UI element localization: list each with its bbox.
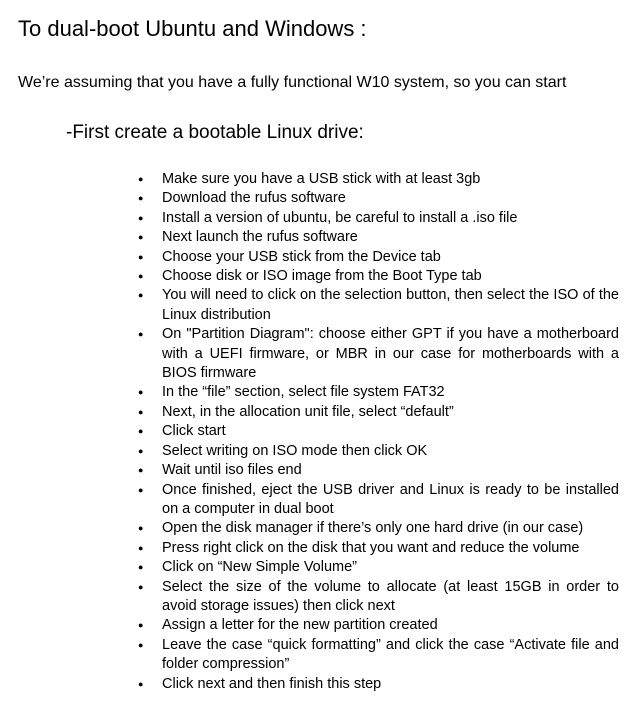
- step-item: Select the size of the volume to allocat…: [138, 578, 619, 617]
- step-item: Click on “New Simple Volume”: [138, 558, 619, 578]
- step-item: Choose disk or ISO image from the Boot T…: [138, 267, 619, 287]
- step-item: Make sure you have a USB stick with at l…: [138, 170, 619, 190]
- step-item: Download the rufus software: [138, 189, 619, 209]
- step-item: You will need to click on the selection …: [138, 286, 619, 325]
- step-item: Select writing on ISO mode then click OK: [138, 442, 619, 462]
- section-heading: -First create a bootable Linux drive:: [66, 122, 364, 143]
- step-item: Leave the case “quick formatting” and cl…: [138, 636, 619, 675]
- step-item: Wait until iso files end: [138, 461, 619, 481]
- step-item: Once finished, eject the USB driver and …: [138, 481, 619, 520]
- step-item: On "Partition Diagram": choose either GP…: [138, 325, 619, 383]
- intro-paragraph: We’re assuming that you have a fully fun…: [18, 74, 567, 91]
- step-item: Choose your USB stick from the Device ta…: [138, 248, 619, 268]
- step-item: Assign a letter for the new partition cr…: [138, 616, 619, 636]
- step-item: Install a version of ubuntu, be careful …: [138, 209, 619, 229]
- step-item: Press right click on the disk that you w…: [138, 539, 619, 559]
- step-item: Click start: [138, 422, 619, 442]
- step-item: Open the disk manager if there’s only on…: [138, 519, 619, 539]
- step-item: Next launch the rufus software: [138, 228, 619, 248]
- step-item: Next, in the allocation unit file, selec…: [138, 403, 619, 423]
- document-title: To dual-boot Ubuntu and Windows :: [18, 16, 367, 41]
- steps-list: Make sure you have a USB stick with at l…: [138, 170, 619, 695]
- step-item: In the “file” section, select file syste…: [138, 383, 619, 403]
- step-item: Click next and then finish this step: [138, 675, 619, 695]
